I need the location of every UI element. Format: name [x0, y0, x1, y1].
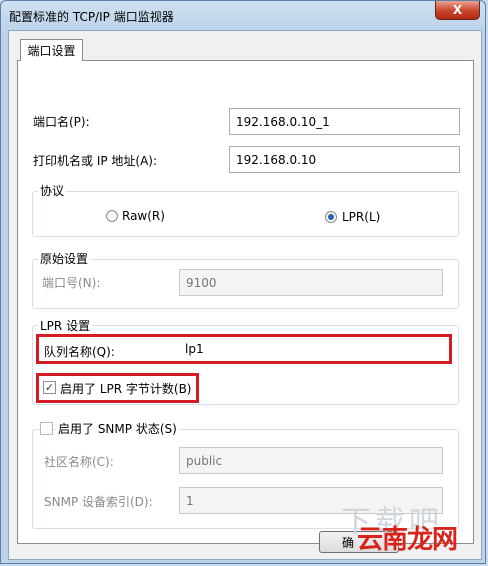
dialog-window: 配置标准的 TCP/IP 端口监视器 X 端口设置 端口名(P): 192.16…: [0, 0, 486, 564]
raw-settings-title: 原始设置: [38, 250, 91, 267]
raw-label[interactable]: Raw(R): [122, 209, 165, 223]
host-label: 打印机名或 IP 地址(A):: [33, 154, 158, 168]
tab-port-settings[interactable]: 端口设置: [20, 39, 83, 61]
close-button[interactable]: X: [435, 1, 480, 20]
snmp-label[interactable]: 启用了 SNMP 状态(S): [56, 420, 179, 437]
port-number-label: 端口号(N):: [42, 276, 101, 290]
snmp-checkbox[interactable]: [40, 422, 53, 435]
raw-radio[interactable]: [106, 210, 118, 222]
watermark-logo: 云南龙网: [357, 525, 458, 555]
community-label: 社区名称(C):: [44, 455, 114, 469]
community-input[interactable]: public: [179, 447, 443, 474]
tab-panel: 端口名(P): 192.168.0.10_1 打印机名或 IP 地址(A): 1…: [17, 60, 474, 544]
port-name-label: 端口名(P):: [33, 115, 90, 129]
queue-label: 队列名称(Q):: [44, 345, 115, 359]
lpr-settings-title: LPR 设置: [38, 317, 93, 334]
checkmark-icon: ✓: [44, 381, 55, 394]
dialog-client: 端口设置 端口名(P): 192.168.0.10_1 打印机名或 IP 地址(…: [8, 30, 482, 560]
lpr-radio[interactable]: [325, 211, 337, 223]
lpr-label[interactable]: LPR(L): [342, 210, 380, 224]
queue-input[interactable]: lp1: [179, 337, 443, 361]
snmp-index-label: SNMP 设备索引(D):: [44, 495, 153, 509]
protocol-title: 协议: [38, 182, 67, 199]
window-title: 配置标准的 TCP/IP 端口监视器: [9, 10, 174, 24]
close-icon: X: [452, 3, 463, 17]
port-name-input[interactable]: 192.168.0.10_1: [229, 108, 460, 135]
port-number-input[interactable]: 9100: [179, 269, 443, 296]
host-input[interactable]: 192.168.0.10: [229, 146, 460, 173]
byte-count-label[interactable]: 启用了 LPR 字节计数(B): [60, 380, 192, 397]
byte-count-checkbox[interactable]: ✓: [43, 381, 56, 394]
protocol-group: [32, 191, 459, 237]
